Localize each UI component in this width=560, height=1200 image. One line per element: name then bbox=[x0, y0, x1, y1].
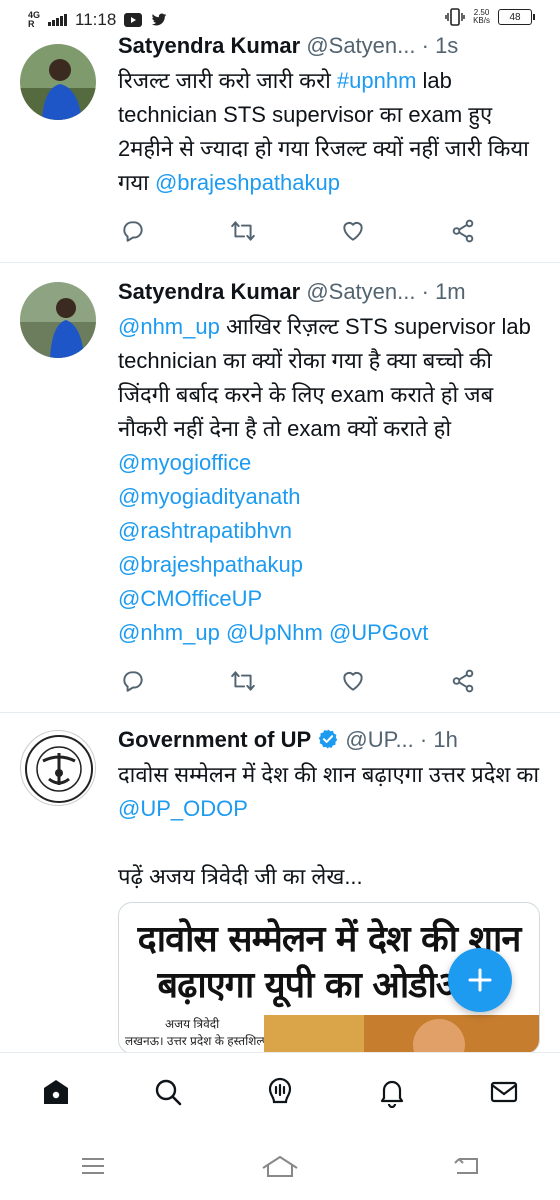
tweet-text: दावोस सम्मेलन में देश की शान बढ़ाएगा उत्… bbox=[118, 758, 540, 894]
signal-indicator: 4G R bbox=[28, 11, 40, 29]
retweet-icon bbox=[231, 671, 255, 691]
twitter-bird-icon bbox=[151, 13, 167, 26]
mention-link[interactable]: @brajeshpathakup bbox=[118, 552, 303, 577]
envelope-icon bbox=[490, 1081, 518, 1103]
retweet-button[interactable] bbox=[228, 666, 258, 696]
like-icon bbox=[343, 671, 363, 691]
tweet-header: Satyendra Kumar @Satyen... · 1m bbox=[118, 278, 540, 306]
tweet-time[interactable]: 1s bbox=[435, 33, 458, 58]
back-button[interactable] bbox=[445, 1144, 489, 1188]
status-right: 2.50 KB/s 48 bbox=[445, 8, 535, 26]
reply-icon bbox=[123, 671, 143, 692]
tweet-time[interactable]: 1m bbox=[435, 279, 466, 304]
plus-icon bbox=[468, 968, 492, 992]
mention-link[interactable]: @rashtrapatibhvn bbox=[118, 518, 292, 543]
tweet-text: @nhm_up आखिर रिज़ल्ट STS supervisor lab … bbox=[118, 310, 540, 650]
system-navigation-bar bbox=[0, 1132, 560, 1200]
author-name[interactable]: Government of UP bbox=[118, 727, 311, 752]
hashtag-link[interactable]: #upnhm bbox=[337, 68, 417, 93]
up-government-emblem-icon bbox=[22, 732, 95, 805]
mention-link[interactable]: @myogiadityanath bbox=[118, 484, 301, 509]
status-left: 4G R 11:18 bbox=[28, 10, 168, 30]
mention-link[interactable]: @CMOfficeUP bbox=[118, 586, 262, 611]
tweet-actions bbox=[118, 666, 478, 696]
vibrate-icon bbox=[445, 8, 465, 26]
tweet-body: Satyendra Kumar @Satyen... · 1s रिजल्ट ज… bbox=[118, 32, 540, 200]
bell-icon bbox=[380, 1080, 404, 1108]
verified-badge-icon bbox=[319, 729, 338, 749]
retweet-icon bbox=[231, 221, 255, 241]
home-outline-icon bbox=[262, 1155, 298, 1177]
battery-icon: 48 bbox=[498, 9, 535, 25]
author-handle[interactable]: @Satyen... bbox=[306, 33, 415, 58]
card-photo bbox=[119, 1015, 539, 1053]
spaces-microphone-icon bbox=[268, 1077, 292, 1104]
tweet-text: रिजल्ट जारी करो जारी करो #upnhm lab tech… bbox=[118, 64, 540, 200]
tweet-text-segment: दावोस सम्मेलन में देश की शान बढ़ाएगा उत्… bbox=[118, 762, 540, 787]
recent-apps-button[interactable] bbox=[71, 1144, 115, 1188]
separator-dot: · bbox=[419, 727, 428, 752]
like-button[interactable] bbox=[338, 666, 368, 696]
search-icon bbox=[155, 1079, 182, 1106]
back-icon bbox=[453, 1158, 478, 1174]
bottom-navigation bbox=[0, 1052, 560, 1131]
signal-bars-icon bbox=[48, 14, 68, 26]
mention-link[interactable]: @nhm_up bbox=[118, 314, 220, 339]
like-button[interactable] bbox=[338, 216, 368, 246]
mention-link[interactable]: @UP_ODOP bbox=[118, 796, 248, 821]
separator-dot: · bbox=[421, 279, 429, 304]
menu-icon bbox=[82, 1158, 105, 1174]
author-handle[interactable]: @UP... bbox=[345, 727, 413, 752]
retweet-button[interactable] bbox=[228, 216, 258, 246]
tweet-time[interactable]: 1h bbox=[433, 727, 457, 752]
tweet-actions bbox=[118, 216, 478, 246]
avatar[interactable] bbox=[20, 730, 96, 806]
sim-indicator: R bbox=[28, 19, 35, 29]
avatar-photo bbox=[20, 44, 96, 120]
share-button[interactable] bbox=[448, 216, 478, 246]
home-button[interactable] bbox=[258, 1144, 302, 1188]
avatar-photo bbox=[20, 282, 96, 358]
share-button[interactable] bbox=[448, 666, 478, 696]
like-icon bbox=[343, 221, 363, 241]
nav-spaces[interactable] bbox=[258, 1070, 302, 1114]
home-icon bbox=[44, 1080, 68, 1104]
nav-messages[interactable] bbox=[482, 1070, 526, 1114]
mention-link[interactable]: @brajeshpathakup bbox=[155, 170, 340, 195]
reply-button[interactable] bbox=[118, 666, 148, 696]
clock: 11:18 bbox=[75, 10, 117, 29]
tweet-text-segment: रिजल्ट जारी करो जारी करो bbox=[118, 68, 337, 93]
avatar[interactable] bbox=[20, 282, 96, 358]
nav-home[interactable] bbox=[34, 1070, 78, 1114]
separator-dot: · bbox=[421, 33, 429, 58]
compose-tweet-button[interactable] bbox=[448, 948, 512, 1012]
author-name[interactable]: Satyendra Kumar bbox=[118, 279, 300, 304]
mention-link[interactable]: @myogioffice bbox=[118, 450, 251, 475]
share-icon bbox=[452, 669, 474, 693]
author-handle[interactable]: @Satyen... bbox=[306, 279, 415, 304]
net-speed: 2.50 KB/s bbox=[473, 8, 490, 25]
tweet[interactable]: Satyendra Kumar @Satyen... · 1m @nhm_up … bbox=[0, 264, 560, 713]
reply-button[interactable] bbox=[118, 216, 148, 246]
reply-icon bbox=[123, 221, 143, 242]
author-name[interactable]: Satyendra Kumar bbox=[118, 33, 300, 58]
nav-notifications[interactable] bbox=[370, 1070, 414, 1114]
battery-level: 48 bbox=[509, 11, 521, 23]
youtube-icon bbox=[124, 13, 143, 27]
share-icon bbox=[452, 219, 474, 243]
tweet-text-segment: पढ़ें अजय त्रिवेदी जी का लेख... bbox=[118, 864, 363, 889]
tweet-body: Satyendra Kumar @Satyen... · 1m @nhm_up … bbox=[118, 278, 540, 650]
tweet-header: Government of UP @UP... · 1h bbox=[118, 726, 540, 754]
mention-link[interactable]: @nhm_up @UpNhm @UPGovt bbox=[118, 620, 428, 645]
nav-search[interactable] bbox=[146, 1070, 190, 1114]
tweet-body: Government of UP @UP... · 1h दावोस सम्मे… bbox=[118, 726, 540, 894]
tweet[interactable]: Satyendra Kumar @Satyen... · 1s रिजल्ट ज… bbox=[0, 30, 560, 263]
avatar[interactable] bbox=[20, 44, 96, 120]
tweet-header: Satyendra Kumar @Satyen... · 1s bbox=[118, 32, 540, 60]
